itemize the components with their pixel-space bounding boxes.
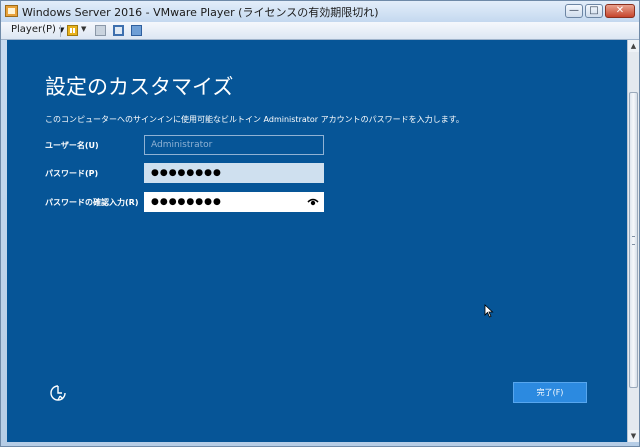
confirm-password-field[interactable] [144, 192, 324, 212]
player-menu[interactable]: Player(P) ▼ [11, 24, 64, 35]
maximize-icon: □ [589, 5, 599, 16]
window-title: Windows Server 2016 - VMware Player (ライセ… [22, 6, 379, 19]
username-label: ユーザー名(U) [45, 141, 99, 150]
fullscreen-icon[interactable] [113, 25, 124, 36]
network-icon[interactable] [95, 25, 106, 36]
minimize-icon: — [569, 5, 579, 16]
scroll-up-icon[interactable]: ▲ [628, 40, 639, 52]
password-field[interactable] [144, 163, 324, 183]
reveal-password-eye-icon[interactable] [307, 197, 319, 207]
close-icon: ✕ [615, 5, 625, 16]
scroll-down-icon[interactable]: ▼ [628, 430, 639, 442]
mouse-cursor-icon [484, 304, 494, 318]
vmware-player-window: Windows Server 2016 - VMware Player (ライセ… [0, 0, 640, 447]
scrollbar-thumb[interactable] [629, 92, 638, 388]
page-title: 設定のカスタマイズ [45, 75, 234, 99]
player-toolbar: Player(P) ▼ ▼ [1, 22, 639, 40]
setup-description: このコンピューターへのサインインに使用可能なビルトイン Administrato… [45, 115, 464, 124]
window-controls: — □ ✕ [565, 4, 635, 18]
maximize-button[interactable]: □ [585, 4, 603, 18]
username-field[interactable] [144, 135, 324, 155]
title-bar[interactable]: Windows Server 2016 - VMware Player (ライセ… [1, 1, 639, 22]
scrollbar-grip-icon [632, 236, 635, 245]
vmware-app-icon [5, 5, 18, 17]
unity-icon[interactable] [131, 25, 142, 36]
minimize-button[interactable]: — [565, 4, 583, 18]
confirm-password-label: パスワードの確認入力(R) [45, 198, 139, 207]
finish-button[interactable]: 完了(F) [513, 382, 587, 403]
password-label: パスワード(P) [45, 169, 99, 178]
ease-of-access-icon[interactable] [49, 384, 67, 402]
pause-dropdown-icon[interactable]: ▼ [81, 25, 86, 33]
vertical-scrollbar[interactable]: ▲ ▼ [627, 40, 639, 442]
pause-icon[interactable] [67, 25, 78, 36]
toolbar-divider [60, 25, 61, 37]
vm-display[interactable]: 設定のカスタマイズ このコンピューターへのサインインに使用可能なビルトイン Ad… [7, 40, 627, 442]
player-menu-label: Player(P) [11, 24, 56, 35]
close-button[interactable]: ✕ [605, 4, 635, 18]
